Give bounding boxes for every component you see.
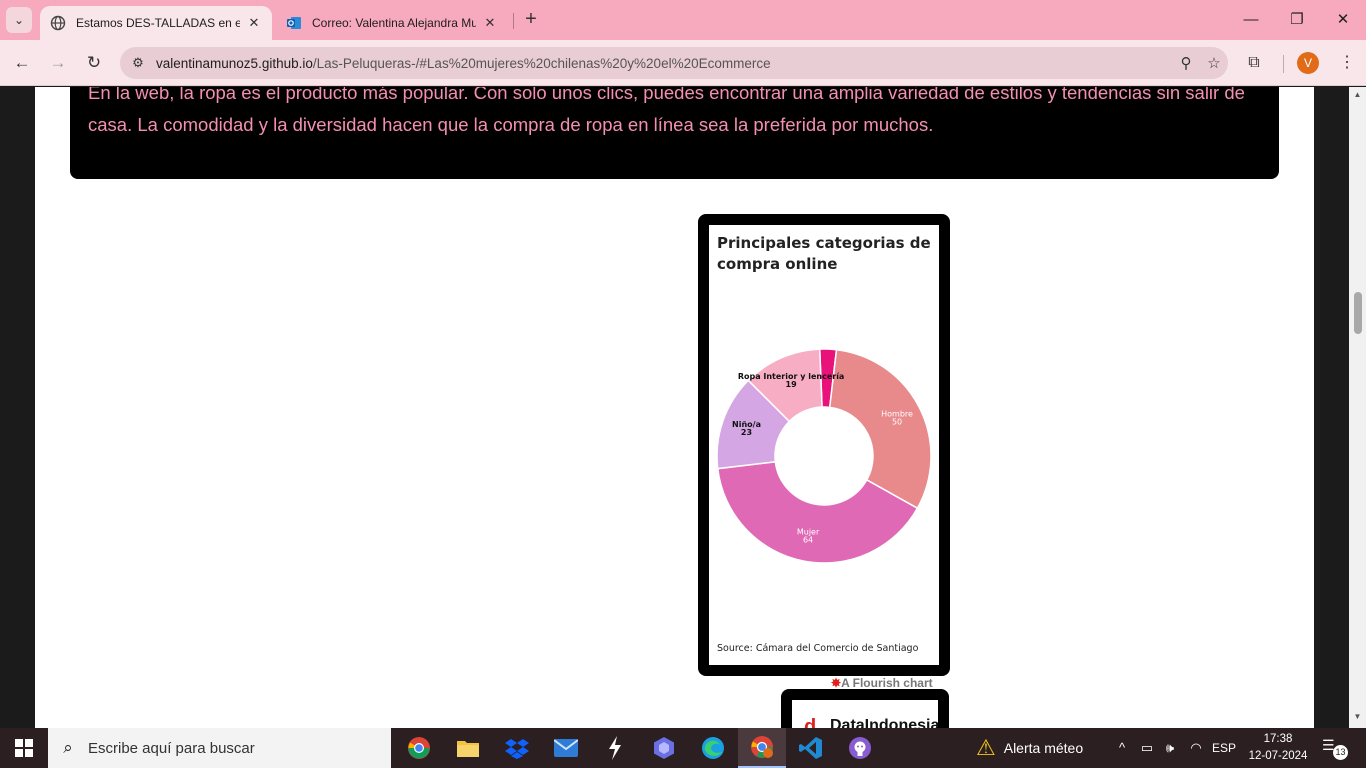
scroll-up-arrow-icon[interactable]: ▲	[1349, 90, 1366, 104]
search-icon: ⌕	[63, 738, 73, 757]
chart-source: Source: Cámara del Comercio de Santiago	[717, 643, 919, 654]
tab-close-icon[interactable]: ✕	[246, 15, 262, 31]
flourish-logo-icon: ✸	[831, 676, 842, 690]
new-tab-button[interactable]: +	[520, 8, 542, 30]
taskbar-search-box[interactable]: ⌕ Escribe aquí para buscar	[48, 728, 391, 768]
taskbar-dropbox[interactable]	[493, 728, 541, 768]
browser-menu-icon[interactable]: ⋮	[1334, 50, 1360, 76]
edge-icon	[702, 737, 724, 759]
taskbar-search-placeholder: Escribe aquí para buscar	[88, 739, 255, 757]
toolbar-divider	[1283, 55, 1284, 73]
chart-card: Principales categorias de compra online …	[709, 225, 939, 665]
page-scrollbar[interactable]: ▲ ▼	[1349, 87, 1366, 728]
notification-center-button[interactable]: ☰ 13	[1322, 737, 1348, 760]
mail-icon	[554, 739, 578, 757]
slice-value: 64	[803, 535, 813, 544]
url-path: /Las-Peluqueras-/#Las%20mujeres%20chilen…	[312, 55, 771, 71]
maximize-button[interactable]: ❐	[1282, 6, 1312, 34]
bookmark-star-icon[interactable]: ☆	[1200, 54, 1228, 72]
chrome-icon	[408, 737, 430, 759]
taskbar-github[interactable]	[836, 728, 884, 768]
page-body: En la web, la ropa es el producto más po…	[35, 87, 1314, 728]
tab-title: Correo: Valentina Alejandra Mu	[312, 16, 476, 30]
scroll-down-arrow-icon[interactable]: ▼	[1349, 712, 1366, 726]
tab-close-icon[interactable]: ✕	[482, 15, 498, 31]
tab-strip: ⌄ Estamos DES-TALLADAS en el E ✕ Correo:…	[0, 0, 1366, 40]
close-window-button[interactable]: ✕	[1328, 6, 1358, 34]
flourish-credit-text: A Flourish chart	[841, 676, 933, 690]
tab-correo[interactable]: Correo: Valentina Alejandra Mu ✕	[276, 6, 508, 40]
extensions-puzzle-icon[interactable]: ⧉	[1241, 50, 1267, 76]
slice-value: 19	[786, 380, 798, 389]
url-domain: valentinamunoz5.github.io	[156, 55, 313, 71]
lightning-s-icon	[609, 736, 621, 760]
warning-icon: ⚠	[976, 735, 996, 760]
zoom-icon[interactable]: ⚲	[1172, 54, 1200, 72]
next-embed-card: d DataIndonesia	[792, 700, 938, 728]
url-text[interactable]: valentinamunoz5.github.io/Las-Peluqueras…	[156, 56, 1172, 71]
notification-count-badge: 13	[1333, 745, 1348, 760]
intro-text-box: En la web, la ropa es el producto más po…	[70, 87, 1279, 179]
dataindonesia-logo-icon: d	[804, 716, 817, 728]
taskbar-file-explorer[interactable]	[444, 728, 492, 768]
clock-time: 17:38	[1263, 733, 1293, 745]
weather-text: Alerta méteo	[1003, 740, 1084, 756]
dropbox-icon	[505, 739, 529, 759]
reload-button[interactable]: ↻	[81, 50, 107, 76]
taskbar-edge[interactable]	[689, 728, 737, 768]
intro-paragraph: En la web, la ropa es el producto más po…	[88, 87, 1245, 135]
outlook-icon	[287, 17, 301, 29]
next-embed-title: DataIndonesia	[830, 717, 938, 728]
taskbar-app-s[interactable]	[591, 728, 639, 768]
scrollbar-thumb[interactable]	[1354, 292, 1362, 334]
clock-date: 12-07-2024	[1248, 750, 1308, 762]
taskbar-mail[interactable]	[542, 728, 590, 768]
globe-icon	[50, 15, 66, 31]
github-icon	[849, 737, 871, 759]
weather-widget[interactable]: ⚠ Alerta méteo	[976, 728, 1083, 768]
donut-chart: Hombre50Mujer64Niño/a23Ropa Interior y l…	[716, 348, 932, 564]
vscode-icon	[799, 737, 822, 759]
volume-icon[interactable]: 🕪	[1160, 728, 1180, 768]
taskbar-copilot[interactable]	[640, 728, 688, 768]
tab-divider	[513, 13, 514, 29]
tab-title: Estamos DES-TALLADAS en el E	[76, 16, 240, 30]
chart-embed-frame: Principales categorias de compra online …	[698, 214, 950, 676]
windows-taskbar: ⌕ Escribe aquí para buscar ⚠ Alerta méte…	[0, 728, 1366, 768]
battery-icon[interactable]: ▭	[1137, 728, 1157, 768]
back-button[interactable]: ←	[9, 50, 35, 76]
slice-value: 23	[741, 428, 752, 437]
tray-overflow-icon[interactable]: ^	[1112, 728, 1132, 768]
next-embed-frame: d DataIndonesia	[781, 689, 949, 728]
browser-toolbar: ← → ↻ ⚙ valentinamunoz5.github.io/Las-Pe…	[0, 40, 1366, 86]
wifi-icon[interactable]: ◠	[1185, 728, 1207, 768]
site-info-icon[interactable]: ⚙	[120, 55, 156, 71]
folder-icon	[457, 741, 479, 757]
hexagon-app-icon	[654, 737, 674, 759]
donut-slice-hombre[interactable]	[828, 348, 932, 510]
minimize-button[interactable]: —	[1236, 6, 1266, 34]
page-viewport: En la web, la ropa es el producto más po…	[0, 87, 1366, 728]
taskbar-chrome[interactable]	[395, 728, 443, 768]
start-button[interactable]	[0, 728, 48, 768]
taskbar-vscode[interactable]	[787, 728, 835, 768]
tab-search-button[interactable]: ⌄	[6, 7, 32, 33]
language-indicator[interactable]: ESP	[1210, 728, 1238, 768]
address-bar[interactable]: ⚙ valentinamunoz5.github.io/Las-Peluquer…	[120, 47, 1228, 79]
profile-avatar[interactable]: V	[1297, 52, 1319, 74]
chrome-profile-icon	[751, 736, 773, 758]
tab-estamos-des-talladas[interactable]: Estamos DES-TALLADAS en el E ✕	[40, 6, 272, 40]
windows-logo-icon	[15, 739, 33, 757]
flourish-credit-link[interactable]: ✸A Flourish chart	[831, 676, 933, 690]
forward-button[interactable]: →	[45, 50, 71, 76]
taskbar-chrome-profile[interactable]	[738, 728, 786, 768]
slice-value: 50	[892, 418, 902, 427]
system-clock[interactable]: 17:38 12-07-2024	[1248, 731, 1308, 765]
